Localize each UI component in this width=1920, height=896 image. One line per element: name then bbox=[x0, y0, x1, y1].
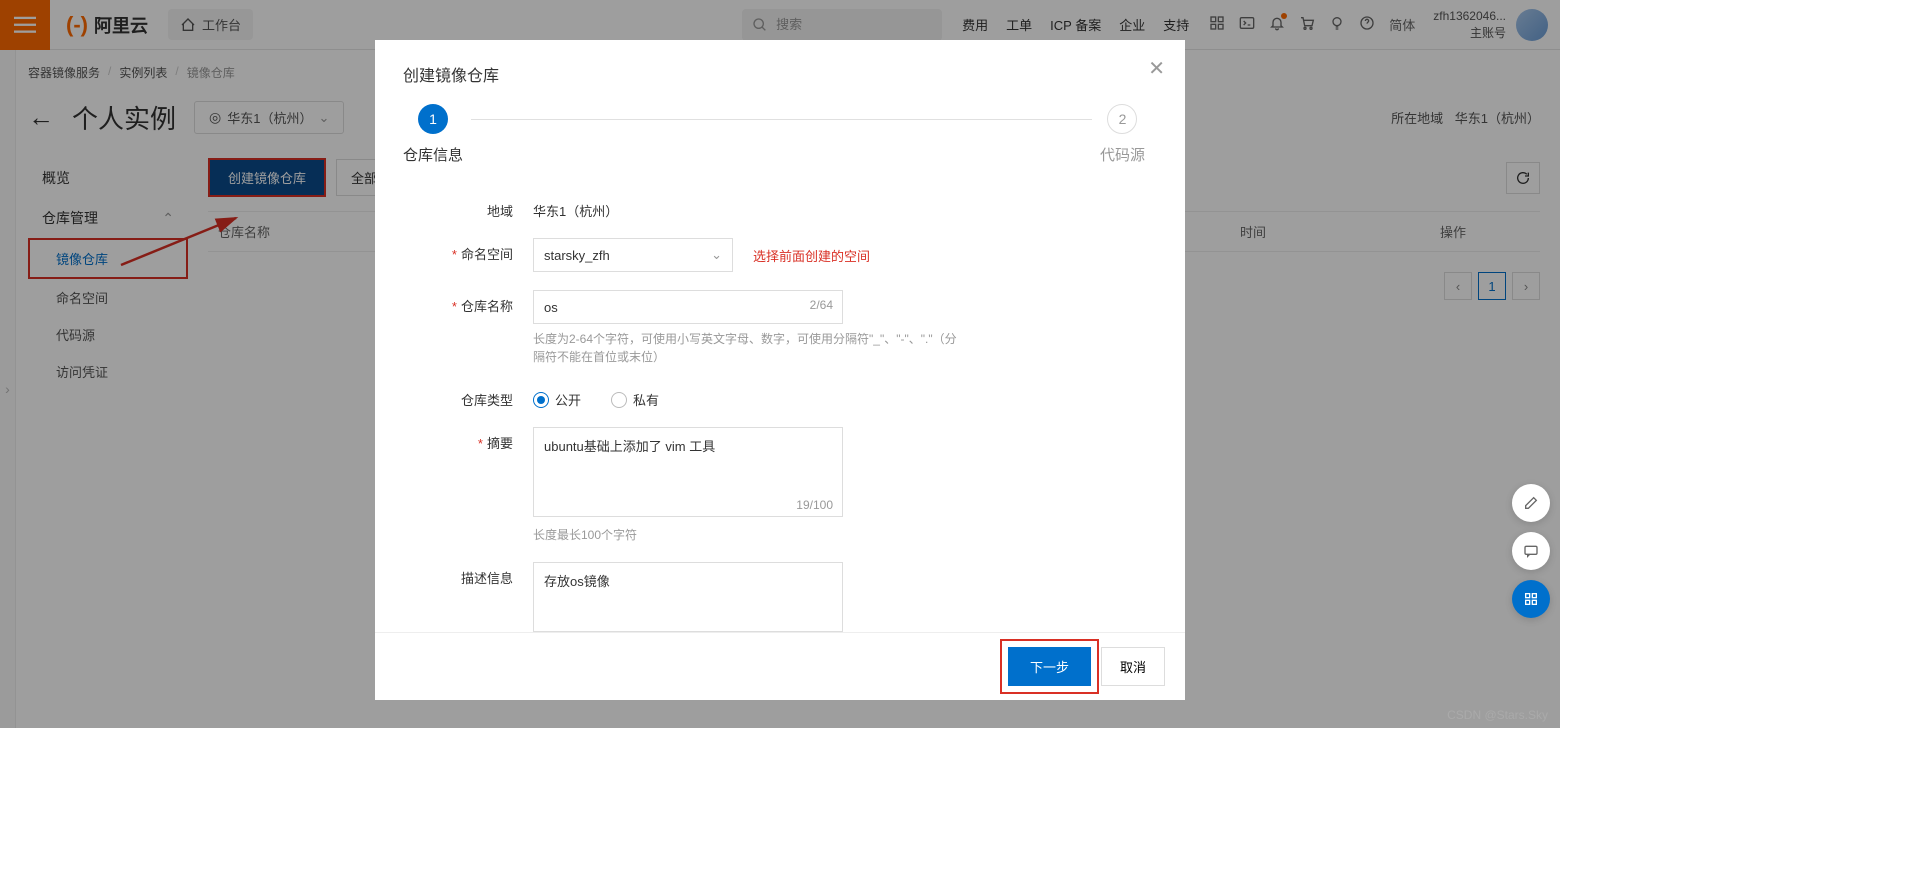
repo-name-hint: 长度为2-64个字符，可使用小写英文字母、数字，可使用分隔符"_"、"-"、".… bbox=[533, 330, 963, 366]
value-region: 华东1（杭州） bbox=[533, 195, 963, 220]
namespace-select[interactable]: starsky_zfh ⌄ bbox=[533, 238, 733, 272]
label-namespace: *命名空间 bbox=[403, 238, 533, 263]
annotation-text: 选择前面创建的空间 bbox=[753, 246, 870, 265]
chat-float-button[interactable] bbox=[1512, 532, 1550, 570]
description-textarea[interactable] bbox=[533, 562, 843, 632]
float-buttons bbox=[1512, 484, 1550, 618]
close-icon[interactable]: ✕ bbox=[1148, 56, 1165, 81]
label-repo-type: 仓库类型 bbox=[403, 384, 533, 409]
modal-footer: 下一步 取消 bbox=[375, 632, 1185, 700]
radio-public[interactable]: 公开 bbox=[533, 390, 581, 409]
steps: 1 仓库信息 2 代码源 bbox=[403, 104, 1145, 165]
radio-private[interactable]: 私有 bbox=[611, 390, 659, 409]
label-description: 描述信息 bbox=[403, 562, 533, 587]
chevron-down-icon: ⌄ bbox=[711, 247, 722, 263]
repo-name-input[interactable] bbox=[533, 290, 843, 324]
label-region: 地域 bbox=[403, 195, 533, 220]
repo-name-count: 2/64 bbox=[810, 298, 833, 312]
modal-title: 创建镜像仓库 bbox=[375, 40, 1185, 104]
step-1: 1 仓库信息 bbox=[403, 104, 463, 165]
summary-count: 19/100 bbox=[796, 498, 833, 512]
modal-overlay[interactable]: ✕ 创建镜像仓库 1 仓库信息 2 代码源 地域 华东1（杭州） *命名空间 bbox=[0, 0, 1560, 728]
summary-hint: 长度最长100个字符 bbox=[533, 526, 963, 544]
create-repo-modal: ✕ 创建镜像仓库 1 仓库信息 2 代码源 地域 华东1（杭州） *命名空间 bbox=[375, 40, 1185, 700]
label-repo-name: *仓库名称 bbox=[403, 290, 533, 315]
step-2: 2 代码源 bbox=[1100, 104, 1145, 165]
grid-float-button[interactable] bbox=[1512, 580, 1550, 618]
edit-float-button[interactable] bbox=[1512, 484, 1550, 522]
next-button[interactable]: 下一步 bbox=[1008, 647, 1091, 686]
cancel-button[interactable]: 取消 bbox=[1101, 647, 1165, 686]
label-summary: *摘要 bbox=[403, 427, 533, 452]
watermark: CSDN @Stars.Sky bbox=[1447, 708, 1548, 722]
